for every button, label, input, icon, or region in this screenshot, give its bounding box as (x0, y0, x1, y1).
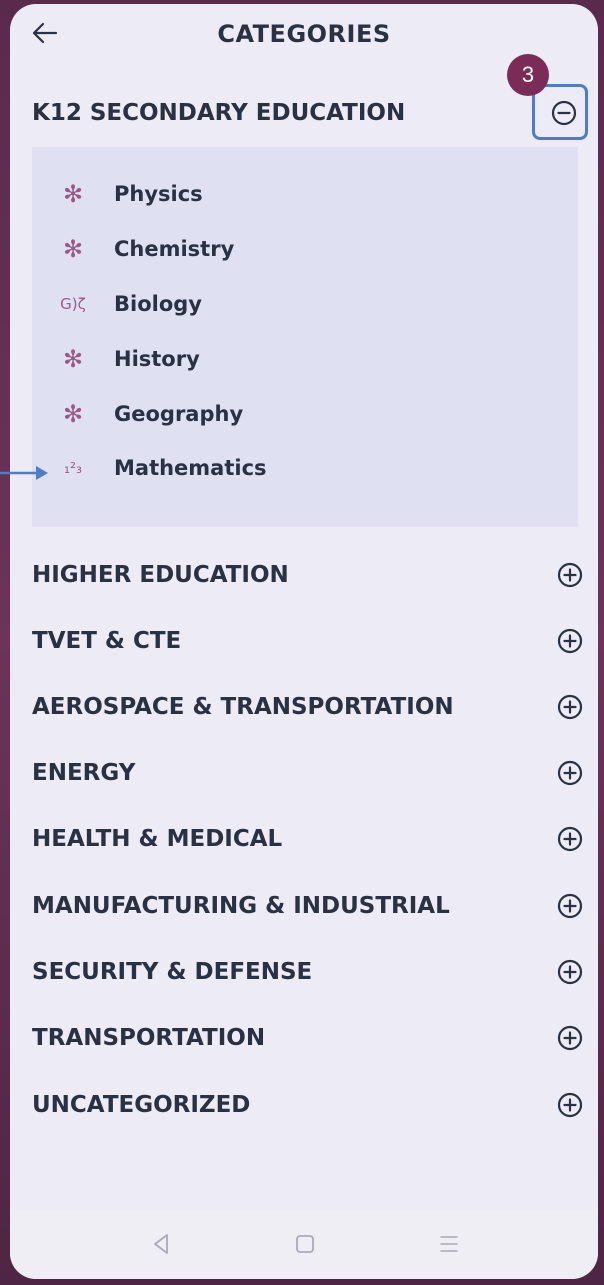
asterisk-icon: ✻ (62, 345, 84, 373)
plus-circle-icon[interactable] (556, 627, 584, 655)
category-label: ENERGY (32, 760, 136, 786)
category-row-health-medical[interactable]: HEALTH & MEDICAL (32, 820, 584, 860)
category-row-transportation[interactable]: TRANSPORTATION (32, 1019, 584, 1059)
subcategory-label: Chemistry (114, 237, 235, 261)
category-row-security-defense[interactable]: SECURITY & DEFENSE (32, 953, 584, 993)
category-row-energy[interactable]: ENERGY (32, 754, 584, 794)
subcategory-item-geography[interactable]: ✻ Geography (32, 395, 578, 435)
plus-circle-icon[interactable] (556, 759, 584, 787)
category-label: UNCATEGORIZED (32, 1092, 251, 1118)
category-label: HIGHER EDUCATION (32, 562, 289, 588)
callout-highlight-box (532, 84, 588, 140)
category-label: AEROSPACE & TRANSPORTATION (32, 694, 454, 720)
subcategory-label: Mathematics (114, 456, 267, 480)
category-label: K12 SECONDARY EDUCATION (32, 100, 406, 126)
header: CATEGORIES (10, 4, 598, 66)
step-badge: 3 (507, 54, 549, 96)
asterisk-icon: ✻ (62, 400, 84, 428)
menu-lines-icon[interactable] (434, 1229, 464, 1259)
plus-circle-icon[interactable] (556, 1091, 584, 1119)
plus-circle-icon[interactable] (556, 958, 584, 986)
subcategory-item-history[interactable]: ✻ History (32, 340, 578, 380)
subcategory-item-chemistry[interactable]: ✻ Chemistry (32, 230, 578, 270)
plus-circle-icon[interactable] (556, 825, 584, 853)
category-row-aerospace-transportation[interactable]: AEROSPACE & TRANSPORTATION (32, 688, 584, 728)
category-row-uncategorized[interactable]: UNCATEGORIZED (32, 1086, 584, 1126)
category-row-k12-secondary-education[interactable]: K12 SECONDARY EDUCATION (32, 94, 582, 134)
callout-arrow (0, 466, 48, 480)
back-triangle-icon[interactable] (146, 1229, 176, 1259)
plus-circle-icon[interactable] (556, 1024, 584, 1052)
subcategory-item-biology[interactable]: G)ζ Biology (32, 285, 578, 325)
plus-circle-icon[interactable] (556, 892, 584, 920)
system-navigation-bar (10, 1211, 598, 1279)
home-square-icon[interactable] (290, 1229, 320, 1259)
subcategory-label: Geography (114, 402, 244, 426)
page-title: CATEGORIES (217, 20, 391, 48)
category-row-manufacturing-industrial[interactable]: MANUFACTURING & INDUSTRIAL (32, 887, 584, 927)
subcategory-label: Physics (114, 182, 203, 206)
category-label: TRANSPORTATION (32, 1025, 266, 1051)
subcategory-label: History (114, 347, 200, 371)
subcategory-item-physics[interactable]: ✻ Physics (32, 175, 578, 215)
biology-icon: G)ζ (60, 295, 86, 313)
asterisk-icon: ✻ (62, 235, 84, 263)
numbers-icon: ₁²₃ (63, 459, 83, 477)
category-row-tvet-cte[interactable]: TVET & CTE (32, 622, 584, 662)
category-row-higher-education[interactable]: HIGHER EDUCATION (32, 556, 584, 596)
plus-circle-icon[interactable] (556, 693, 584, 721)
category-label: MANUFACTURING & INDUSTRIAL (32, 893, 450, 919)
subcategory-item-mathematics[interactable]: ₁²₃ Mathematics (32, 449, 578, 489)
category-label: SECURITY & DEFENSE (32, 959, 313, 985)
category-label: HEALTH & MEDICAL (32, 826, 283, 852)
plus-circle-icon[interactable] (556, 561, 584, 589)
category-label: TVET & CTE (32, 628, 182, 654)
subcategory-label: Biology (114, 292, 202, 316)
app-screen: CATEGORIES 3 K12 SECONDARY EDUCATION ✻ P… (10, 4, 598, 1279)
subcategory-list: ✻ Physics ✻ Chemistry G)ζ Biology ✻ Hist… (32, 147, 578, 527)
asterisk-icon: ✻ (62, 180, 84, 208)
